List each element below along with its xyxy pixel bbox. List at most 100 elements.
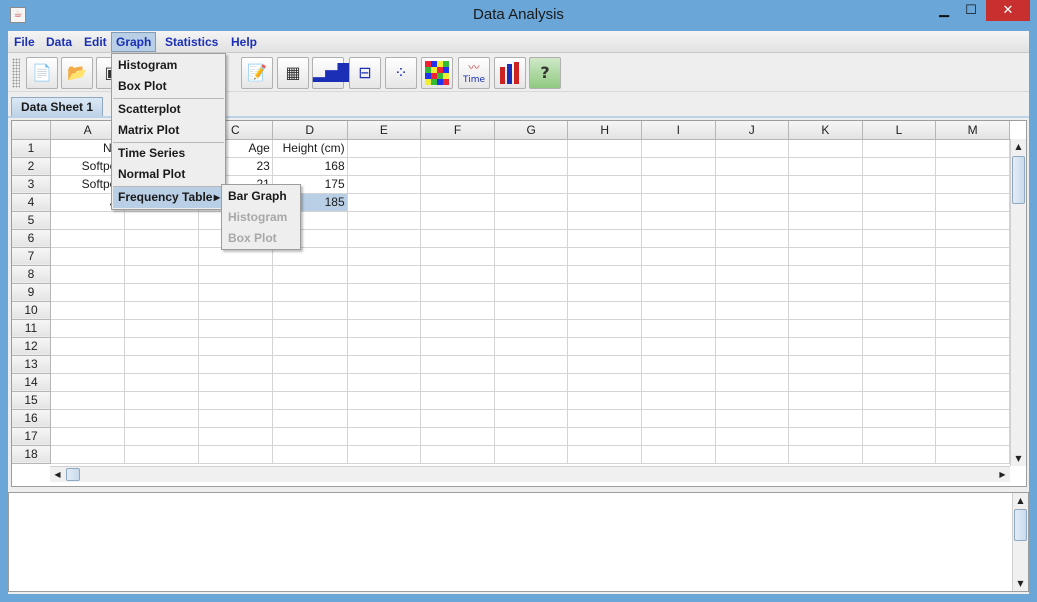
cell[interactable]: [788, 265, 863, 284]
cell[interactable]: [272, 427, 348, 446]
cell[interactable]: [272, 337, 348, 356]
cell[interactable]: [862, 409, 937, 428]
cell[interactable]: [788, 373, 863, 392]
cell[interactable]: [124, 445, 199, 464]
cell[interactable]: [124, 373, 199, 392]
column-header[interactable]: J: [715, 121, 790, 140]
cell[interactable]: [641, 445, 716, 464]
cell[interactable]: [420, 193, 495, 212]
cell[interactable]: [788, 355, 863, 374]
cell[interactable]: [788, 337, 863, 356]
row-header[interactable]: 14: [12, 373, 52, 392]
cell[interactable]: [567, 265, 643, 284]
cell[interactable]: [347, 355, 422, 374]
cell[interactable]: [641, 211, 716, 230]
cell[interactable]: [494, 337, 569, 356]
cell[interactable]: [494, 247, 569, 266]
cell[interactable]: [567, 175, 643, 194]
cell[interactable]: [935, 193, 1010, 212]
cell[interactable]: [198, 391, 273, 410]
cell[interactable]: [715, 247, 790, 266]
column-header[interactable]: L: [862, 121, 937, 140]
cell[interactable]: [272, 355, 348, 374]
cell[interactable]: [124, 265, 199, 284]
cell[interactable]: [862, 157, 937, 176]
column-header[interactable]: H: [567, 121, 643, 140]
column-header[interactable]: E: [347, 121, 422, 140]
scroll-up-icon[interactable]: ▲: [1011, 139, 1026, 154]
cell[interactable]: [494, 373, 569, 392]
cell[interactable]: [715, 427, 790, 446]
help-icon[interactable]: ?: [529, 57, 561, 89]
menu-item-frequency-table[interactable]: Frequency Table ▶: [113, 187, 224, 208]
cell[interactable]: [715, 229, 790, 248]
cell[interactable]: [788, 391, 863, 410]
cell[interactable]: [862, 265, 937, 284]
cell[interactable]: [420, 337, 495, 356]
cell[interactable]: [715, 139, 790, 158]
cell[interactable]: [124, 391, 199, 410]
cell[interactable]: [715, 175, 790, 194]
cell[interactable]: [567, 391, 643, 410]
clipboard-icon[interactable]: 📝: [241, 57, 273, 89]
menu-help[interactable]: Help: [227, 32, 261, 52]
cell[interactable]: [641, 301, 716, 320]
cell[interactable]: [935, 139, 1010, 158]
cell[interactable]: [50, 409, 126, 428]
horizontal-scrollbar[interactable]: ◀ ▶: [50, 466, 1010, 482]
row-header[interactable]: 12: [12, 337, 52, 356]
cell[interactable]: [494, 157, 569, 176]
cell[interactable]: [935, 301, 1010, 320]
row-header[interactable]: 2: [12, 157, 52, 176]
cell[interactable]: [935, 373, 1010, 392]
cell[interactable]: [567, 427, 643, 446]
corner-header[interactable]: [12, 121, 52, 140]
cell[interactable]: [641, 265, 716, 284]
cell[interactable]: [198, 373, 273, 392]
cell[interactable]: [198, 301, 273, 320]
cell[interactable]: [198, 319, 273, 338]
cell[interactable]: [935, 319, 1010, 338]
cell[interactable]: [198, 265, 273, 284]
cell[interactable]: [494, 229, 569, 248]
cell[interactable]: [862, 247, 937, 266]
row-header[interactable]: 11: [12, 319, 52, 338]
histogram-icon[interactable]: ▂▅█▃: [312, 57, 362, 89]
scroll-right-icon[interactable]: ▶: [995, 467, 1010, 482]
cell[interactable]: [715, 391, 790, 410]
spreadsheet-icon[interactable]: ▦: [277, 57, 309, 89]
scroll-down-icon[interactable]: ▼: [1011, 451, 1026, 466]
cell[interactable]: [935, 247, 1010, 266]
cell[interactable]: [124, 247, 199, 266]
cell[interactable]: [124, 319, 199, 338]
cell[interactable]: [567, 301, 643, 320]
cell[interactable]: [420, 319, 495, 338]
cell[interactable]: [935, 391, 1010, 410]
cell[interactable]: [788, 139, 863, 158]
cell[interactable]: [347, 265, 422, 284]
cell[interactable]: [347, 193, 422, 212]
cell[interactable]: [935, 265, 1010, 284]
cell[interactable]: [567, 283, 643, 302]
row-header[interactable]: 18: [12, 445, 52, 464]
cell[interactable]: [862, 373, 937, 392]
cell[interactable]: [935, 211, 1010, 230]
cell[interactable]: [50, 229, 126, 248]
scroll-thumb[interactable]: [1014, 509, 1027, 541]
cell[interactable]: [124, 211, 199, 230]
cell[interactable]: [420, 265, 495, 284]
cell[interactable]: [862, 283, 937, 302]
box-plot-icon[interactable]: ⊟: [349, 57, 381, 89]
toolbar-grip[interactable]: [12, 58, 20, 88]
cell[interactable]: [50, 337, 126, 356]
cell[interactable]: [272, 445, 348, 464]
cell[interactable]: [935, 175, 1010, 194]
cell[interactable]: [641, 247, 716, 266]
menu-item-histogram[interactable]: Histogram: [113, 55, 224, 76]
cell[interactable]: [494, 427, 569, 446]
cell[interactable]: [935, 355, 1010, 374]
cell[interactable]: [494, 445, 569, 464]
cell[interactable]: [494, 175, 569, 194]
cell[interactable]: [494, 265, 569, 284]
vertical-scrollbar[interactable]: ▲ ▼: [1010, 139, 1026, 466]
